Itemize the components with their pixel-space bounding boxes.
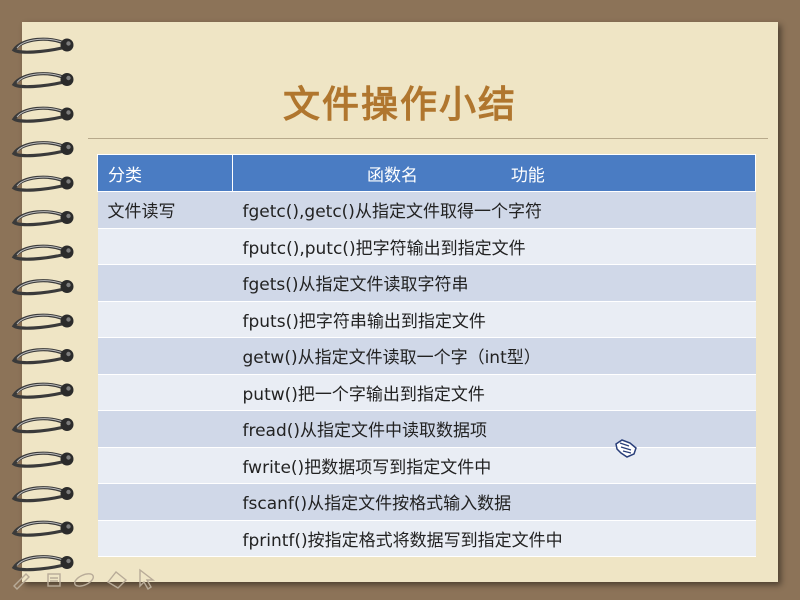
header-category: 分类 (97, 154, 233, 192)
row-function: fputc(),putc()把字符输出到指定文件 (232, 227, 756, 265)
row-category (97, 264, 233, 302)
table-row: fread()从指定文件中读取数据项 (97, 410, 756, 448)
slide-title: 文件操作小结 (283, 83, 517, 126)
binding-ring (11, 382, 74, 399)
slides-icon[interactable] (47, 573, 61, 587)
binding-ring (11, 175, 74, 192)
binding-ring (11, 451, 74, 468)
eraser-icon[interactable] (106, 571, 128, 589)
header-function-purpose: 函数名 功能 (232, 154, 756, 192)
table-row: fwrite()把数据项写到指定文件中 (97, 446, 756, 484)
table-row: fputc(),putc()把字符输出到指定文件 (97, 227, 756, 265)
row-function: fgetc(),getc()从指定文件取得一个字符 (232, 191, 756, 229)
binding-ring (11, 417, 74, 434)
binding-ring (11, 313, 74, 330)
row-function: fputs()把字符串输出到指定文件 (232, 300, 756, 338)
pen-icon[interactable] (13, 573, 30, 590)
row-category (97, 446, 233, 484)
row-category (97, 410, 233, 448)
hand-pointer-icon (615, 439, 637, 458)
table-row: fscanf()从指定文件按格式输入数据 (97, 483, 756, 521)
row-function: putw()把一个字输出到指定文件 (232, 373, 756, 411)
binding-ring (11, 348, 74, 365)
binding-ring (11, 210, 74, 227)
row-function: fprintf()按指定格式将数据写到指定文件中 (232, 519, 756, 557)
row-category (97, 483, 233, 521)
row-category (97, 227, 233, 265)
row-category (97, 300, 233, 338)
highlighter-icon[interactable] (73, 571, 95, 589)
binding-ring (11, 141, 74, 158)
table-header-row: 分类 函数名 功能 (97, 154, 756, 192)
row-category (97, 519, 233, 557)
row-function: fwrite()把数据项写到指定文件中 (232, 446, 756, 484)
table-row: putw()把一个字输出到指定文件 (97, 373, 756, 411)
header-function-name: 函数名 (367, 165, 418, 186)
table-row: fputs()把字符串输出到指定文件 (97, 300, 756, 338)
table-row: 文件读写 fgetc(),getc()从指定文件取得一个字符 (97, 191, 756, 229)
binding-ring (11, 486, 74, 503)
slideshow-toolbar[interactable] (10, 566, 160, 592)
binding-ring (11, 244, 74, 261)
row-function: fread()从指定文件中读取数据项 (232, 410, 756, 448)
row-category: 文件读写 (97, 191, 233, 229)
title-divider (88, 138, 768, 139)
table-row: fgets()从指定文件读取字符串 (97, 264, 756, 302)
row-function: fscanf()从指定文件按格式输入数据 (232, 483, 756, 521)
row-category (97, 337, 233, 375)
binding-ring (11, 37, 74, 54)
row-category (97, 373, 233, 411)
pointer-icon[interactable] (139, 568, 156, 590)
file-operations-table: 分类 函数名 功能 文件读写 fgetc(),getc()从指定文件取得一个字符… (97, 154, 756, 557)
row-function: fgets()从指定文件读取字符串 (232, 264, 756, 302)
binding-ring (11, 520, 74, 537)
header-purpose: 功能 (510, 165, 545, 186)
binding-ring (11, 279, 74, 296)
row-function: getw()从指定文件读取一个字（int型） (232, 337, 756, 375)
table-row: fprintf()按指定格式将数据写到指定文件中 (97, 519, 756, 557)
table-row: getw()从指定文件读取一个字（int型） (97, 337, 756, 375)
